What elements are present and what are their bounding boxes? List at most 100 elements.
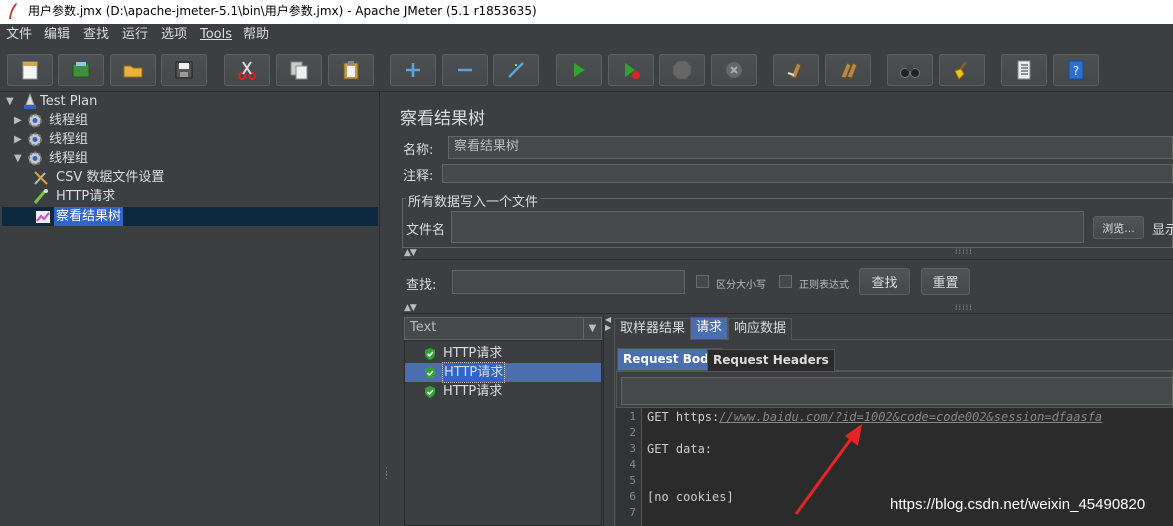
editor-search-field[interactable]	[621, 377, 1173, 405]
collapse-all-button[interactable]	[442, 54, 488, 86]
browse-button[interactable]: 浏览...	[1093, 216, 1144, 239]
menu-file[interactable]: 文件	[6, 27, 32, 43]
clear-all-button[interactable]	[825, 54, 871, 86]
success-shield-icon	[425, 386, 435, 398]
find-button[interactable]: 查找	[859, 268, 910, 295]
chart-icon	[36, 211, 50, 223]
expand-arrow-icon[interactable]: ▶	[14, 130, 24, 149]
line-number: 7	[629, 506, 636, 519]
tab-request-headers[interactable]: Request Headers	[707, 349, 835, 371]
tree-node-label: CSV 数据文件设置	[56, 170, 165, 185]
start-button[interactable]	[556, 54, 602, 86]
jmeter-feather-icon	[9, 3, 17, 19]
start-no-pause-button[interactable]	[608, 54, 654, 86]
expand-icon	[406, 63, 420, 77]
shutdown-button[interactable]	[711, 54, 757, 86]
menu-run[interactable]: 运行	[122, 27, 148, 43]
chevron-down-icon[interactable]: ▼	[583, 318, 601, 339]
result-item-selected[interactable]: HTTP请求	[405, 362, 601, 383]
case-sensitive-checkbox[interactable]	[696, 275, 709, 288]
gear-icon	[28, 132, 42, 147]
start-no-pause-icon	[625, 63, 640, 79]
new-button[interactable]	[7, 54, 53, 86]
line-number: 4	[629, 458, 636, 471]
reset-button[interactable]: 重置	[921, 268, 970, 295]
success-shield-icon	[425, 348, 435, 360]
comment-field[interactable]	[442, 164, 1173, 183]
expand-arrow-icon[interactable]: ▼	[6, 92, 16, 111]
collapse-arrows-icon[interactable]: ▲▼	[404, 303, 417, 313]
help-button[interactable]: ?	[1053, 54, 1099, 86]
clear-icon	[787, 62, 802, 79]
title-bar: 用户参数.jmx (D:\apache-jmeter-5.1\bin\用户参数.…	[0, 0, 1173, 24]
result-label: HTTP请求	[443, 346, 503, 361]
paste-button[interactable]	[328, 54, 374, 86]
clear-all-icon	[840, 62, 858, 79]
split-pane-divider[interactable]: ⋮ ⋮	[380, 92, 391, 526]
line-number: 2	[629, 426, 636, 439]
request-method-text: GET https:	[647, 410, 720, 424]
svg-text:?: ?	[1073, 64, 1079, 78]
line-number-gutter: 1 2 3 4 5 6 7	[616, 408, 642, 526]
tree-node-label: HTTP请求	[56, 189, 116, 204]
expand-arrow-icon[interactable]: ▼	[14, 149, 24, 168]
menu-options[interactable]: 选项	[161, 27, 187, 43]
menu-help[interactable]: 帮助	[243, 27, 269, 43]
search-button[interactable]	[887, 54, 933, 86]
reset-search-button[interactable]	[939, 54, 985, 86]
tree-node-label: 线程组	[49, 113, 89, 128]
function-helper-icon	[1017, 60, 1031, 80]
shutdown-icon	[726, 62, 742, 78]
menu-search[interactable]: 查找	[83, 27, 109, 43]
tree-node-label: 察看结果树	[54, 207, 124, 226]
tab-request[interactable]: 请求	[690, 317, 729, 339]
stop-button[interactable]	[659, 54, 705, 86]
tree-node-label: 线程组	[49, 151, 89, 166]
tab-sampler-result[interactable]: 取样器结果	[614, 318, 692, 340]
tree-node-label: 线程组	[49, 132, 89, 147]
broom-icon	[954, 61, 967, 80]
result-label: HTTP请求	[443, 384, 503, 399]
cut-button[interactable]	[224, 54, 270, 86]
result-item[interactable]: HTTP请求	[405, 382, 601, 401]
stop-icon	[672, 60, 692, 80]
collapse-arrows-icon[interactable]: ◀ ▶	[605, 316, 611, 332]
gear-icon	[28, 151, 42, 166]
code-line-3: GET data:	[647, 442, 713, 456]
renderer-select[interactable]: Text ▼	[404, 317, 602, 340]
save-icon	[175, 61, 193, 79]
wrench-icon	[34, 171, 48, 185]
annotation-arrow-icon	[794, 424, 862, 515]
gear-icon	[28, 113, 42, 128]
save-button[interactable]	[161, 54, 207, 86]
start-icon	[574, 63, 585, 77]
inner-split-divider[interactable]: ◀ ▶	[603, 314, 614, 526]
menu-tools[interactable]: Tools	[200, 27, 232, 43]
toggle-button[interactable]	[493, 54, 539, 86]
test-plan-icon	[24, 93, 36, 109]
help-icon: ?	[1068, 60, 1084, 80]
filename-field[interactable]	[451, 211, 1084, 243]
search-label: 查找:	[406, 278, 437, 293]
separator	[402, 313, 1173, 314]
menu-bar: 文件 编辑 查找 运行 选项 Tools 帮助	[0, 24, 1173, 46]
cut-icon	[238, 61, 256, 80]
request-url-link[interactable]: //www.baidu.com/?id=1002&code=code002&se…	[719, 410, 1102, 424]
regex-checkbox[interactable]	[779, 275, 792, 288]
clear-button[interactable]	[773, 54, 819, 86]
name-field[interactable]: 察看结果树	[448, 136, 1173, 159]
tab-response-data[interactable]: 响应数据	[728, 318, 793, 340]
expand-all-button[interactable]	[390, 54, 436, 86]
result-item[interactable]: HTTP请求	[405, 344, 601, 363]
expand-arrow-icon[interactable]: ▶	[14, 111, 24, 130]
copy-button[interactable]	[276, 54, 322, 86]
templates-button[interactable]	[58, 54, 104, 86]
search-field[interactable]	[452, 270, 685, 294]
fieldset-legend: 所有数据写入一个文件	[406, 191, 541, 210]
function-helper-button[interactable]	[1001, 54, 1047, 86]
collapse-arrows-icon[interactable]: ▲▼	[404, 248, 417, 258]
menu-edit[interactable]: 编辑	[44, 27, 70, 43]
open-button[interactable]	[110, 54, 156, 86]
tree-node-label: Test Plan	[40, 94, 98, 109]
result-label: HTTP请求	[441, 362, 506, 383]
